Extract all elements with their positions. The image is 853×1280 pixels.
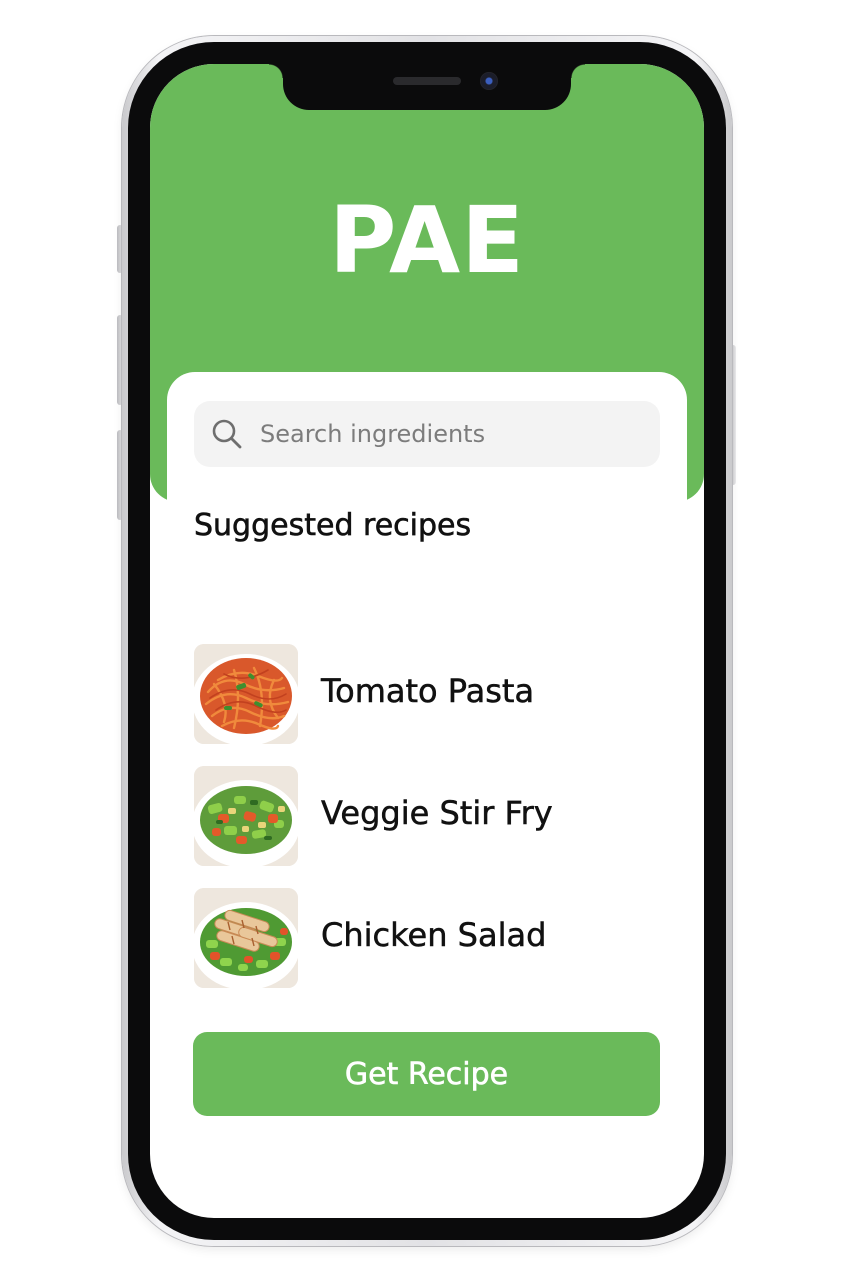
chicken-salad-image (194, 888, 298, 988)
phone-mockup: PAE Suggested recipes (0, 0, 853, 1280)
front-camera (480, 72, 498, 90)
app-title: PAE (328, 187, 526, 294)
search-bar[interactable] (194, 401, 660, 467)
content-card: Suggested recipes (167, 372, 687, 1116)
recipe-name: Chicken Salad (321, 916, 547, 955)
get-recipe-button[interactable]: Get Recipe (193, 1032, 660, 1116)
recipe-name: Tomato Pasta (321, 672, 535, 711)
phone-notch (269, 64, 585, 110)
recipe-name: Veggie Stir Fry (321, 794, 553, 833)
veggie-stir-fry-image (194, 766, 298, 866)
recipe-item-tomato-pasta[interactable]: Tomato Pasta (194, 644, 660, 744)
suggested-recipes-heading: Suggested recipes (194, 508, 472, 544)
search-input[interactable] (260, 401, 640, 467)
tomato-pasta-image (194, 644, 298, 744)
recipe-item-veggie-stir-fry[interactable]: Veggie Stir Fry (194, 766, 660, 866)
app-screen: PAE Suggested recipes (150, 64, 704, 1218)
recipe-item-chicken-salad[interactable]: Chicken Salad (194, 888, 660, 988)
search-icon (212, 419, 242, 449)
earpiece-speaker (393, 77, 461, 85)
